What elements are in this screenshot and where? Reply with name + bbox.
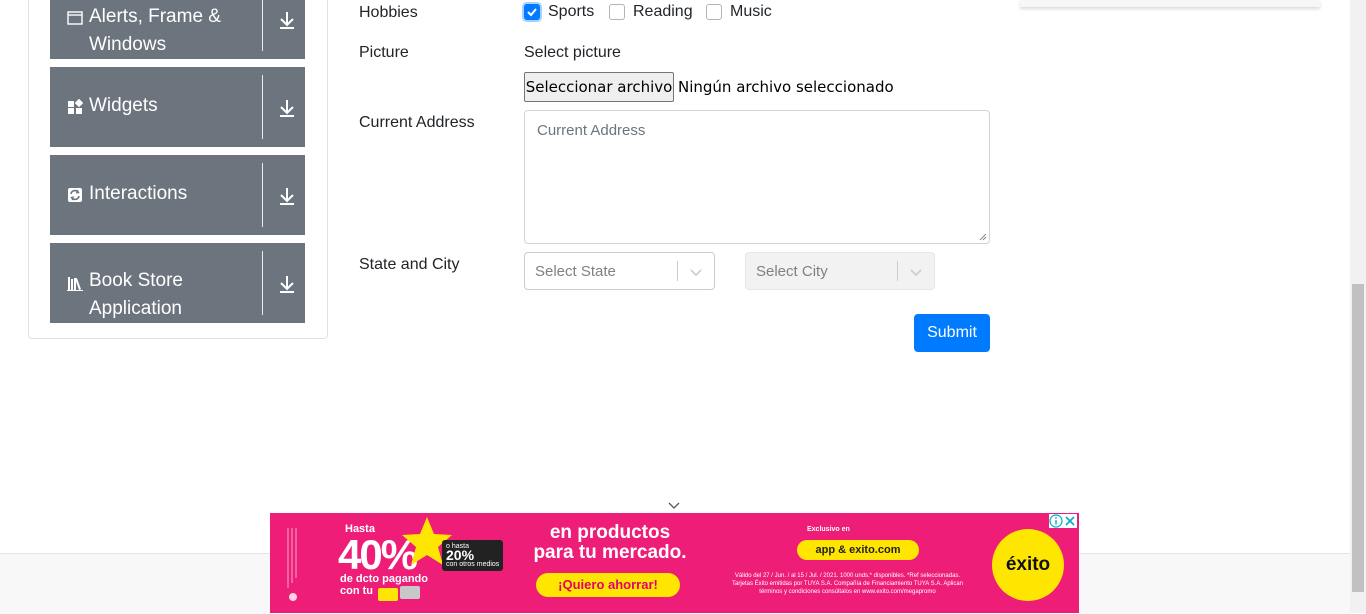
divider [677, 261, 678, 281]
bottom-ad-banner[interactable]: Hasta 40% o hasta 20% con otros medios d… [270, 513, 1079, 613]
ad-info-icon[interactable] [1049, 514, 1063, 528]
current-address-textarea[interactable]: Current Address [524, 110, 990, 244]
select-picture-label: Select picture [524, 44, 621, 61]
state-city-label: State and City [359, 256, 460, 273]
ad-close-icon[interactable] [1063, 514, 1077, 528]
state-placeholder: Select State [535, 263, 616, 280]
picture-label: Picture [359, 44, 409, 61]
reading-checkbox[interactable] [609, 4, 625, 20]
sidebar-group-label: Alerts, Frame & Windows [89, 6, 221, 55]
divider [262, 0, 263, 51]
sidebar-group-label: Widgets [89, 95, 158, 116]
ad-main-text: en productos para tu mercado. [533, 522, 687, 563]
sports-label[interactable]: Sports [548, 3, 594, 21]
check-icon [527, 8, 537, 17]
divider [262, 75, 263, 139]
ad-legal-text: Válido del 27 / Jun. / al 15 / Jul. / 20… [732, 573, 963, 595]
chevron-down-icon[interactable] [688, 264, 704, 280]
music-checkbox[interactable] [706, 4, 722, 20]
city-placeholder: Select City [756, 263, 828, 280]
hobby-sports[interactable]: Sports [524, 3, 594, 21]
music-label[interactable]: Music [730, 3, 772, 21]
reading-label[interactable]: Reading [633, 3, 693, 21]
download-arrow-icon[interactable] [276, 97, 298, 119]
divider [262, 251, 263, 315]
ad-exclusive-text: Exclusivo en [807, 526, 850, 533]
ad-side-text-icon [287, 528, 297, 601]
download-arrow-icon[interactable] [276, 273, 298, 295]
chevron-down-icon[interactable] [667, 500, 681, 510]
scrollbar-thumb[interactable] [1352, 284, 1364, 592]
state-select[interactable]: Select State [524, 252, 715, 290]
widgets-icon [68, 99, 83, 114]
window-icon [67, 11, 83, 25]
sidebar-group-interactions[interactable]: Interactions [50, 155, 305, 235]
download-arrow-icon[interactable] [276, 185, 298, 207]
ad-controls[interactable] [1049, 514, 1077, 528]
sports-checkbox[interactable] [524, 4, 540, 20]
ad-cta-button[interactable]: ¡Quiero ahorrar! [536, 573, 680, 597]
sidebar-group-alerts-frame-windows[interactable]: Alerts, Frame & Windows [50, 0, 305, 59]
hobby-reading[interactable]: Reading [609, 3, 693, 21]
ad-app-badge: app & exito.com [797, 540, 919, 560]
resize-grip-icon[interactable] [979, 233, 987, 241]
sidebar-group-widgets[interactable]: Widgets [50, 67, 305, 147]
book-store-icon [67, 277, 83, 291]
sidebar-group-label: Interactions [89, 183, 188, 204]
divider [897, 261, 898, 281]
sidebar-group-book-store[interactable]: Book Store Application [50, 243, 305, 323]
ad-badge: o hasta 20% con otros medios [442, 540, 504, 571]
hobbies-label: Hobbies [359, 4, 418, 21]
file-status-text: Ningún archivo seleccionado [678, 78, 894, 96]
exito-logo: éxito [992, 529, 1064, 601]
textarea-placeholder: Current Address [537, 122, 646, 139]
hobby-music[interactable]: Music [706, 3, 772, 21]
submit-button[interactable]: Submit [914, 314, 990, 352]
city-select[interactable]: Select City [745, 252, 935, 290]
card-icon [378, 586, 420, 601]
chevron-down-icon[interactable] [908, 264, 924, 280]
interactions-icon [68, 188, 82, 202]
top-ad-banner [1020, 0, 1320, 7]
choose-file-button[interactable]: Seleccionar archivo [524, 72, 674, 102]
divider [262, 163, 263, 227]
current-address-label: Current Address [359, 114, 475, 131]
sidebar-group-label: Book Store Application [89, 270, 183, 319]
download-arrow-icon[interactable] [276, 9, 298, 31]
